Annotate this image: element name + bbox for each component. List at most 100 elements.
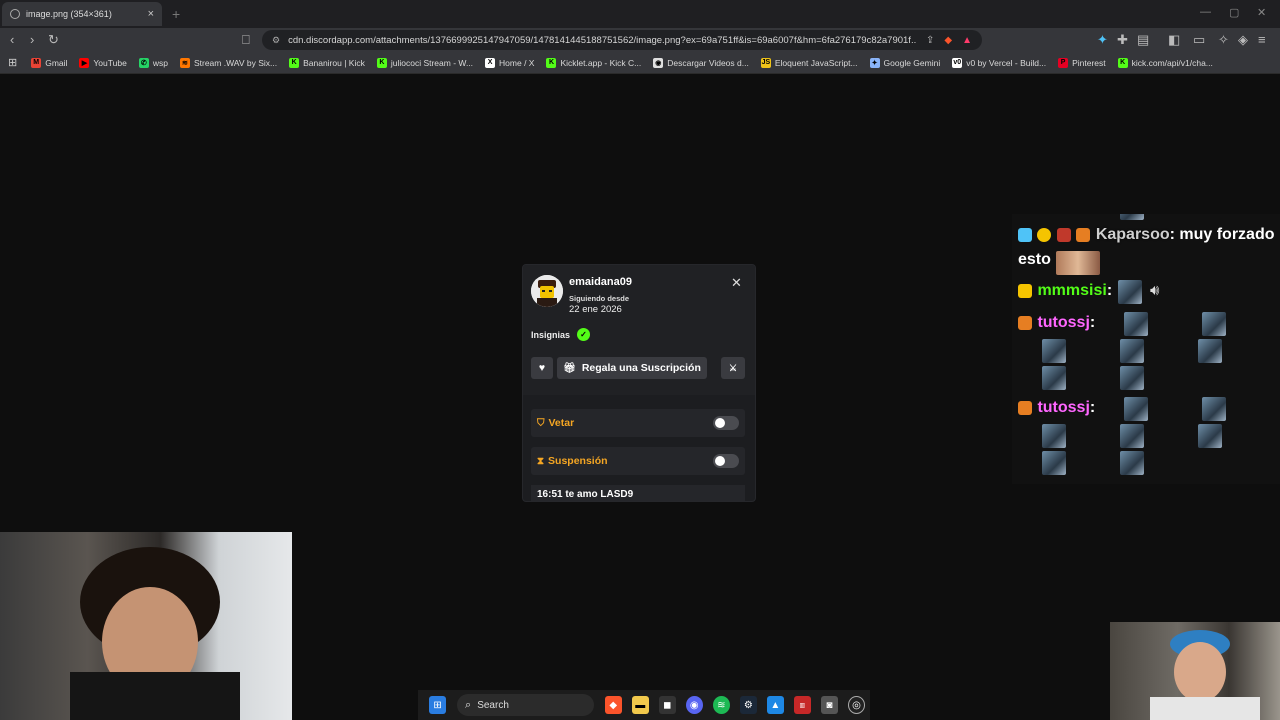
bookmark-item[interactable]: ◉ Descargar Videos d...	[653, 57, 749, 68]
close-icon[interactable]: ✕	[731, 275, 742, 291]
brave-rewards-icon[interactable]: ▲	[962, 35, 972, 46]
sidebar-icon[interactable]: ◧	[1168, 32, 1180, 48]
crown-icon	[1018, 283, 1032, 298]
bookmark-item[interactable]: K Kicklet.app - Kick C...	[546, 57, 641, 68]
bookmark-label: Home / X	[499, 57, 535, 68]
chat-line: esto	[1018, 251, 1051, 269]
bookmark-item[interactable]: Kkick.com/api/v1/cha...	[1117, 57, 1213, 68]
bookmark-item[interactable]: P Pinterest	[1058, 57, 1106, 68]
url-text: cdn.discordapp.com/attachments/137669992…	[288, 34, 916, 46]
search-icon: ⌕	[465, 698, 472, 711]
reload-icon[interactable]: ↻	[48, 32, 59, 48]
back-icon[interactable]: ‹	[10, 32, 14, 47]
search-label: Search	[477, 699, 509, 711]
site-info-icon[interactable]: ⚙	[272, 35, 280, 46]
bookmark-item[interactable]: Kjuliococi Stream - W...	[376, 57, 474, 68]
app-icon[interactable]: ▲	[766, 696, 784, 714]
bookmark-item[interactable]: X Home / X	[485, 57, 535, 68]
gift-sub-button[interactable]: 🎁︎ Regala una Suscripción	[557, 357, 707, 379]
mod-tool-button[interactable]: ⚔	[721, 357, 745, 379]
ban-toggle[interactable]	[713, 416, 739, 430]
bookmark-label: Pinterest	[1072, 57, 1106, 68]
menu-icon[interactable]: ≡	[1258, 32, 1266, 47]
chat-username[interactable]: tutossj	[1037, 399, 1089, 416]
wallet-icon[interactable]: ▭	[1193, 32, 1205, 48]
camera-icon[interactable]: ◙	[820, 696, 838, 714]
chat-line: mmmsisi:	[1018, 282, 1112, 300]
browser-tab[interactable]: image.png (354×361) ×	[2, 2, 162, 26]
emote	[1042, 424, 1066, 448]
ban-label: Vetar	[548, 417, 575, 429]
leo-icon[interactable]: ✧	[1218, 32, 1229, 48]
maximize-icon[interactable]: ▢	[1229, 6, 1239, 19]
badge-icon	[1018, 315, 1032, 330]
heart-icon: ♥	[538, 362, 546, 374]
chat-text: :	[1089, 314, 1096, 331]
badge-icon	[1076, 227, 1091, 242]
bookmark-item[interactable]: ≋ Stream .WAV by Six...	[179, 57, 277, 68]
follow-heart-button[interactable]: ♥	[531, 357, 553, 379]
sword-icon: ⚔	[728, 362, 738, 373]
emote	[1120, 424, 1144, 448]
bookmark-item[interactable]: M Gmail	[31, 57, 67, 68]
emote	[1120, 339, 1144, 363]
windows-start-icon[interactable]: ⊞	[429, 696, 447, 714]
vpn-icon[interactable]: ◈	[1238, 32, 1248, 48]
spotify-icon[interactable]: ≋	[712, 696, 730, 714]
steam-icon[interactable]: ⚙	[739, 696, 757, 714]
badges-label: Insignias	[531, 330, 571, 340]
chat-username[interactable]: Kaparsoo	[1096, 226, 1170, 243]
taskbar-search[interactable]: ⌕ Search	[457, 694, 594, 716]
bookmark-item[interactable]: ✆ wsp	[138, 57, 168, 68]
file-explorer-icon[interactable]: ▬	[631, 696, 649, 714]
obs-icon[interactable]: ◎	[847, 696, 866, 714]
new-tab-icon[interactable]: +	[172, 6, 180, 22]
close-window-icon[interactable]: ✕	[1257, 6, 1266, 19]
bookmark-item[interactable]: K Bananirou | Kick	[289, 57, 365, 68]
emote	[1124, 397, 1148, 421]
timeout-toggle[interactable]	[713, 454, 739, 468]
bookmark-label: kick.com/api/v1/cha...	[1131, 57, 1213, 68]
ban-row: ⛉ Vetar	[531, 409, 745, 437]
webcam-left	[0, 532, 292, 720]
chat-text: :	[1106, 282, 1113, 299]
bookmark-icon: ◉	[653, 57, 664, 68]
chat-line: tutossj:	[1018, 399, 1095, 417]
close-tab-icon[interactable]: ×	[148, 8, 154, 20]
bookmark-item[interactable]: ▶ YouTube	[79, 57, 127, 68]
globe-icon	[10, 9, 20, 19]
share-icon[interactable]: ⇪	[926, 35, 934, 46]
shield-icon: ⛉	[537, 417, 545, 429]
emote	[1198, 424, 1222, 448]
brave-icon[interactable]: ◆	[604, 696, 622, 714]
chat-username[interactable]: mmmsisi	[1037, 282, 1106, 299]
bookmark-item[interactable]: ✦ Google Gemini	[869, 57, 940, 68]
bookmark-icon: K	[376, 57, 387, 68]
emote	[1120, 214, 1144, 220]
chat-username[interactable]: tutossj	[1037, 314, 1089, 331]
browser-nav-bar: ‹ › ↻ ⎕ ⚙ cdn.discordapp.com/attachments…	[0, 28, 1280, 52]
bookmark-icon: v0	[952, 57, 963, 68]
address-bar[interactable]: ⚙ cdn.discordapp.com/attachments/1376699…	[262, 30, 982, 50]
bookmark-item[interactable]: v0 v0 by Vercel - Build...	[952, 57, 1046, 68]
discord-icon[interactable]: ◉	[685, 696, 703, 714]
downloads-icon[interactable]: ▤	[1137, 32, 1149, 48]
brave-shield-icon[interactable]: ◆	[944, 35, 952, 46]
minimize-icon[interactable]: —	[1200, 6, 1211, 18]
emote	[1202, 312, 1226, 336]
voicemeeter-icon[interactable]: ▥	[793, 696, 811, 714]
user-popup-card: emaidana09 Siguiendo desde 22 ene 2026 ✕…	[522, 264, 756, 502]
bookmark-label: juliococi Stream - W...	[390, 57, 474, 68]
bookmark-item[interactable]: JS Eloquent JavaScript...	[760, 57, 858, 68]
forward-icon[interactable]: ›	[30, 32, 34, 47]
apps-icon[interactable]: ⊞	[8, 56, 17, 69]
emote	[1120, 366, 1144, 390]
emote	[1202, 397, 1226, 421]
extension-icon[interactable]: ✦	[1097, 32, 1108, 48]
bookmark-icon[interactable]: ⎕	[242, 32, 250, 48]
bookmark-label: Bananirou | Kick	[303, 57, 365, 68]
badge-icon	[1018, 400, 1032, 415]
puzzle-icon[interactable]: ✚	[1117, 32, 1128, 48]
bookmark-icon: K	[1117, 57, 1128, 68]
app-icon[interactable]: ◼	[658, 696, 676, 714]
